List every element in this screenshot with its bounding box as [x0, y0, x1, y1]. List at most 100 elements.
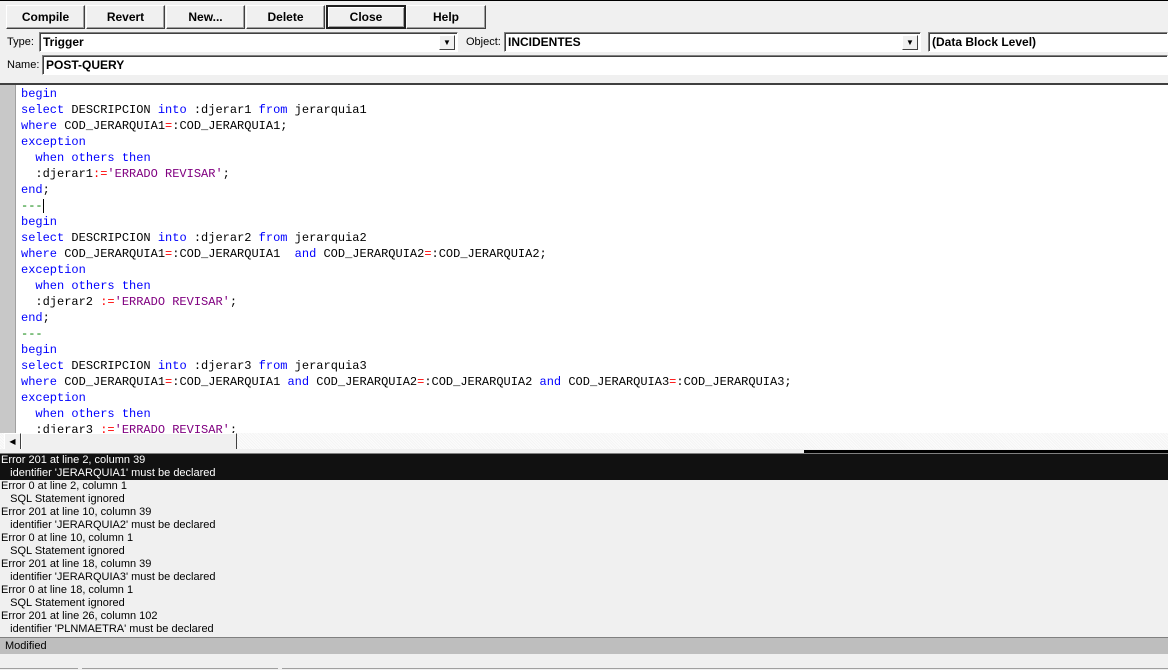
type-value: Trigger — [43, 35, 84, 49]
error-item[interactable]: identifier 'JERARQUIA3' must be declared — [0, 571, 1168, 584]
code-token: :djerar3 — [186, 359, 259, 373]
name-row: Name: POST-QUERY — [0, 54, 1168, 76]
code-token: into — [157, 103, 187, 117]
bottom-bar — [0, 654, 1168, 670]
error-item[interactable]: Error 201 at line 18, column 39 — [0, 558, 1168, 571]
code-token: jerarquia1 — [287, 103, 367, 117]
code-editor[interactable]: begin select DESCRIPCION into :djerar1 fr… — [0, 83, 1168, 450]
scroll-left-icon[interactable]: ◀ — [4, 433, 21, 450]
code-token: :COD_JERARQUIA3; — [676, 375, 792, 389]
code-token: where — [21, 375, 58, 389]
code-token: from — [258, 103, 288, 117]
code-line[interactable]: --- — [21, 198, 792, 214]
error-item[interactable]: identifier 'JERARQUIA1' must be declared — [0, 467, 1168, 480]
close-button[interactable]: Close — [326, 5, 406, 29]
code-line[interactable]: select DESCRIPCION into :djerar1 from je… — [21, 102, 792, 118]
code-token: select — [21, 103, 65, 117]
code-line[interactable]: where COD_JERARQUIA1=:COD_JERARQUIA1 and… — [21, 246, 792, 262]
compile-errors-list[interactable]: Error 201 at line 2, column 39 identifie… — [0, 453, 1168, 637]
error-item[interactable]: SQL Statement ignored — [0, 545, 1168, 558]
code-line[interactable]: begin — [21, 86, 792, 102]
chevron-down-icon[interactable]: ▼ — [902, 35, 918, 50]
delete-button[interactable]: Delete — [246, 5, 325, 29]
error-item[interactable]: Error 0 at line 2, column 1 — [0, 480, 1168, 493]
code-token: exception — [21, 135, 86, 149]
code-token: into — [157, 359, 187, 373]
level-value: (Data Block Level) — [932, 35, 1037, 49]
code-line[interactable]: select DESCRIPCION into :djerar2 from je… — [21, 230, 792, 246]
code-token: then — [121, 279, 151, 293]
code-token: when — [35, 151, 65, 165]
toolbar: Compile Revert New... Delete Close Help — [0, 0, 1168, 30]
code-line[interactable]: exception — [21, 262, 792, 278]
code-token: --- — [21, 327, 43, 341]
code-token: :djerar1 — [186, 103, 259, 117]
object-select[interactable]: INCIDENTES ▼ — [504, 32, 921, 52]
code-token: end — [21, 311, 43, 325]
horizontal-scrollbar[interactable]: ◀ — [0, 433, 1168, 450]
compile-button[interactable]: Compile — [6, 5, 85, 29]
code-token: and — [287, 375, 310, 389]
code-line[interactable]: --- — [21, 326, 792, 342]
error-item[interactable]: Error 201 at line 10, column 39 — [0, 506, 1168, 519]
code-token: :COD_JERARQUIA2 — [424, 375, 540, 389]
code-token: ; — [229, 295, 238, 309]
code-token: where — [21, 119, 58, 133]
help-button[interactable]: Help — [406, 5, 486, 29]
scrollbar-thumb[interactable] — [21, 433, 237, 450]
type-label: Type: — [7, 36, 34, 48]
error-item[interactable]: Error 201 at line 2, column 39 — [0, 454, 1168, 467]
code-line[interactable]: end; — [21, 182, 792, 198]
status-text: Modified — [5, 640, 47, 652]
level-select[interactable]: (Data Block Level) — [928, 32, 1168, 52]
code-token: COD_JERARQUIA1 — [57, 247, 166, 261]
error-item[interactable]: SQL Statement ignored — [0, 493, 1168, 506]
code-token: jerarquia3 — [287, 359, 367, 373]
error-item[interactable]: Error 201 at line 26, column 102 — [0, 610, 1168, 623]
code-token: COD_JERARQUIA1 — [57, 375, 166, 389]
status-bar: Modified — [0, 637, 1168, 654]
code-line[interactable]: :djerar2 :='ERRADO REVISAR'; — [21, 294, 792, 310]
code-token: COD_JERARQUIA3 — [561, 375, 670, 389]
code-token: := — [100, 295, 115, 309]
type-select[interactable]: Trigger ▼ — [39, 32, 458, 52]
error-item[interactable]: Error 0 at line 10, column 1 — [0, 532, 1168, 545]
name-field[interactable]: POST-QUERY — [42, 55, 1168, 75]
code-token: ; — [42, 183, 50, 197]
code-line[interactable]: :djerar1:='ERRADO REVISAR'; — [21, 166, 792, 182]
code-token: jerarquia2 — [287, 231, 367, 245]
code-line[interactable]: when others then — [21, 406, 792, 422]
code-token: select — [21, 359, 65, 373]
code-line[interactable]: where COD_JERARQUIA1=:COD_JERARQUIA1 and… — [21, 374, 792, 390]
code-token: --- — [21, 199, 43, 213]
text-caret — [42, 198, 44, 213]
code-token: :COD_JERARQUIA2; — [431, 247, 547, 261]
code-token: begin — [21, 343, 58, 357]
code-line[interactable]: begin — [21, 214, 792, 230]
error-item[interactable]: identifier 'JERARQUIA2' must be declared — [0, 519, 1168, 532]
revert-button[interactable]: Revert — [86, 5, 165, 29]
object-label: Object: — [466, 36, 501, 48]
code-line[interactable]: begin — [21, 342, 792, 358]
error-item[interactable]: Error 0 at line 18, column 1 — [0, 584, 1168, 597]
code-line[interactable]: exception — [21, 390, 792, 406]
code-token: others — [71, 279, 115, 293]
code-line[interactable]: where COD_JERARQUIA1=:COD_JERARQUIA1; — [21, 118, 792, 134]
code-token: DESCRIPCION — [64, 359, 158, 373]
code-line[interactable]: exception — [21, 134, 792, 150]
chevron-down-icon[interactable]: ▼ — [439, 35, 455, 50]
code-line[interactable]: when others then — [21, 150, 792, 166]
error-item[interactable]: identifier 'PLNMAETRA' must be declared — [0, 623, 1168, 636]
code-token: into — [157, 231, 187, 245]
code-line[interactable]: end; — [21, 310, 792, 326]
code-line[interactable]: when others then — [21, 278, 792, 294]
error-item[interactable]: SQL Statement ignored — [0, 597, 1168, 610]
name-value: POST-QUERY — [46, 58, 125, 72]
code-line[interactable]: select DESCRIPCION into :djerar3 from je… — [21, 358, 792, 374]
new-button[interactable]: New... — [166, 5, 245, 29]
code-text[interactable]: begin select DESCRIPCION into :djerar1 fr… — [21, 86, 792, 438]
code-token: then — [121, 151, 151, 165]
